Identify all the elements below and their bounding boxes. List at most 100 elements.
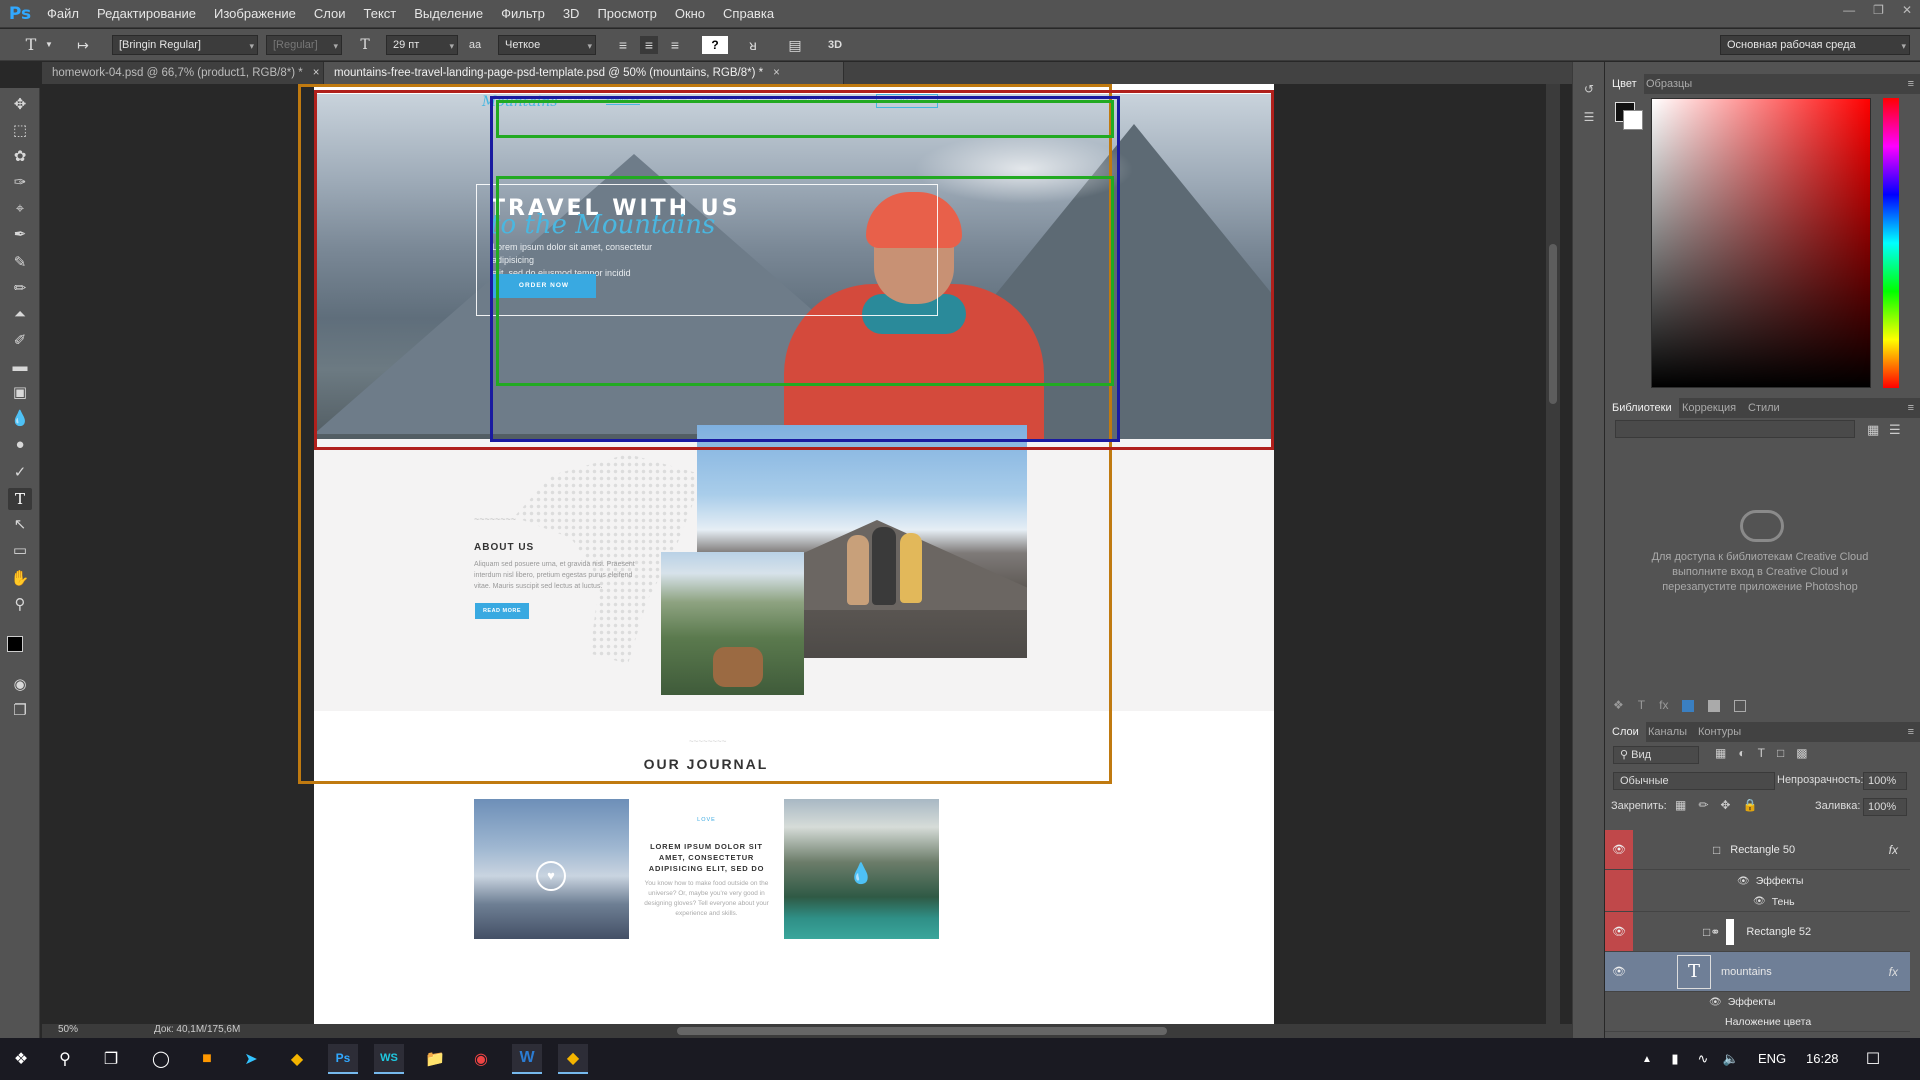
add-graphic-icon[interactable]: ❖ — [1613, 698, 1624, 716]
vertical-scrollbar[interactable] — [1546, 84, 1560, 1024]
type-tool-icon[interactable]: T — [8, 488, 32, 510]
foreground-color-swatch[interactable] — [7, 636, 23, 652]
sublime-icon[interactable]: ■ — [192, 1044, 222, 1074]
tab-swatches[interactable]: Образцы — [1639, 74, 1699, 94]
text-orientation-icon[interactable]: ↦ — [74, 36, 92, 54]
clock[interactable]: 16:28 — [1806, 1051, 1839, 1066]
healing-brush-tool-icon[interactable]: ✎ — [8, 252, 32, 274]
visibility-eye-icon[interactable]: 👁 — [1605, 912, 1633, 951]
quick-mask-icon[interactable]: ◉ — [8, 674, 32, 696]
lasso-tool-icon[interactable]: ✿ — [8, 146, 32, 168]
effect-row[interactable]: 👁 Тень — [1605, 892, 1910, 912]
layer-row[interactable]: 👁 □⚭ Rectangle 52 — [1605, 912, 1910, 952]
brush-tool-icon[interactable]: ✏ — [8, 278, 32, 300]
font-size-select[interactable]: 29 пт ▾ — [386, 35, 458, 55]
menu-3d[interactable]: 3D — [554, 0, 589, 28]
app-icon[interactable]: ➤ — [236, 1044, 266, 1074]
language-indicator[interactable]: ENG — [1758, 1051, 1786, 1066]
canvas-area[interactable]: Mountains OUR STORY SERVICES WORK JOURNA… — [42, 84, 1572, 1024]
tab-color[interactable]: Цвет — [1605, 74, 1644, 94]
restore-icon[interactable]: ❐ — [1873, 3, 1884, 17]
windows-start-icon[interactable]: ❖ — [6, 1044, 36, 1074]
zoom-level[interactable]: 50% — [54, 1024, 83, 1035]
image-filter-icon[interactable]: ▦ — [1715, 746, 1726, 760]
fill-input[interactable]: 100% — [1863, 798, 1907, 816]
word-icon[interactable]: W — [512, 1044, 542, 1074]
type-tool-preset-icon[interactable]: T — [22, 36, 40, 54]
lock-transparent-icon[interactable]: ▦ — [1675, 798, 1686, 812]
menu-layers[interactable]: Слои — [305, 0, 355, 28]
webstorm-icon[interactable]: WS — [374, 1044, 404, 1074]
blur-tool-icon[interactable]: 💧 — [8, 408, 32, 430]
menu-type[interactable]: Текст — [355, 0, 406, 28]
panel-menu-icon[interactable]: ≡ — [1908, 722, 1914, 742]
blend-mode-select[interactable]: Обычные — [1613, 772, 1775, 790]
chrome-icon[interactable]: ◉ — [466, 1044, 496, 1074]
add-fill-icon[interactable] — [1708, 700, 1721, 712]
layer-effects-icon[interactable]: fx — [1889, 965, 1898, 979]
dodge-tool-icon[interactable]: ● — [8, 434, 32, 456]
effects-row[interactable]: 👁 Эффекты — [1605, 992, 1910, 1012]
close-icon[interactable]: × — [773, 67, 780, 79]
effects-row[interactable]: 👁 Эффекты — [1605, 870, 1910, 892]
visibility-eye-icon[interactable]: 👁 — [1753, 896, 1766, 907]
tab-paths[interactable]: Контуры — [1691, 722, 1748, 742]
zoom-tool-icon[interactable]: ⚲ — [8, 594, 32, 616]
menu-image[interactable]: Изображение — [205, 0, 305, 28]
photoshop-taskbar-icon[interactable]: Ps — [328, 1044, 358, 1074]
tab-adjustments[interactable]: Коррекция — [1675, 398, 1743, 418]
menu-edit[interactable]: Редактирование — [88, 0, 205, 28]
opacity-input[interactable]: 100% — [1863, 772, 1907, 790]
color-picker-field[interactable] — [1651, 98, 1871, 388]
menu-file[interactable]: Файл — [38, 0, 88, 28]
menu-help[interactable]: Справка — [714, 0, 783, 28]
move-tool-icon[interactable]: ✥ — [8, 94, 32, 116]
minimize-icon[interactable]: — — [1843, 3, 1855, 17]
tab-styles[interactable]: Стили — [1741, 398, 1787, 418]
lock-position-icon[interactable]: ✥ — [1720, 798, 1730, 812]
app-icon[interactable]: ◆ — [558, 1044, 588, 1074]
align-right-icon[interactable]: ≡ — [666, 36, 684, 54]
add-color-icon[interactable] — [1682, 700, 1695, 712]
app-icon[interactable]: ◆ — [282, 1044, 312, 1074]
quick-select-tool-icon[interactable]: ✑ — [8, 172, 32, 194]
lock-all-icon[interactable]: 🔒 — [1742, 798, 1757, 812]
library-select[interactable] — [1615, 420, 1855, 438]
smart-object-filter-icon[interactable]: ▩ — [1796, 746, 1807, 760]
visibility-eye-icon[interactable]: 👁 — [1605, 830, 1633, 869]
workspace-select[interactable]: Основная рабочая среда ▾ — [1720, 35, 1910, 55]
close-icon[interactable]: ✕ — [1902, 3, 1912, 17]
warp-text-icon[interactable]: ᴚ — [744, 36, 762, 54]
stamp-tool-icon[interactable]: ⏶ — [8, 304, 32, 326]
layer-row-selected[interactable]: 👁 T mountains fx — [1605, 952, 1910, 992]
text-color-swatch[interactable]: ? — [702, 36, 728, 54]
add-text-icon[interactable]: T — [1638, 698, 1645, 716]
panel-menu-icon[interactable]: ≡ — [1908, 74, 1914, 94]
pen-tool-icon[interactable]: ✓ — [8, 462, 32, 484]
cortana-icon[interactable]: ◯ — [146, 1044, 176, 1074]
tab-mountains[interactable]: mountains-free-travel-landing-page-psd-t… — [324, 62, 844, 84]
adjustment-filter-icon[interactable]: ◐ — [1738, 746, 1745, 760]
crop-tool-icon[interactable]: ⌖ — [8, 198, 32, 220]
list-view-icon[interactable]: ☰ — [1889, 422, 1901, 438]
grid-view-icon[interactable]: ▦ — [1867, 422, 1879, 438]
add-style-icon[interactable]: fx — [1659, 698, 1668, 716]
notifications-icon[interactable]: ☐ — [1858, 1044, 1888, 1074]
tab-channels[interactable]: Каналы — [1641, 722, 1694, 742]
history-brush-tool-icon[interactable]: ✐ — [8, 330, 32, 352]
screen-mode-icon[interactable]: ❐ — [8, 700, 32, 722]
effect-row[interactable]: Наложение цвета — [1605, 1012, 1910, 1032]
close-icon[interactable]: × — [313, 67, 320, 79]
3d-icon[interactable]: 3D — [826, 36, 844, 54]
tab-homework[interactable]: homework-04.psd @ 66,7% (product1, RGB/8… — [42, 62, 324, 84]
visibility-eye-icon[interactable]: 👁 — [1709, 997, 1722, 1008]
menu-view[interactable]: Просмотр — [588, 0, 665, 28]
character-panel-icon[interactable]: ▤ — [786, 36, 804, 54]
history-panel-icon[interactable]: ↺ — [1580, 80, 1598, 98]
hue-slider[interactable] — [1883, 98, 1899, 388]
hand-tool-icon[interactable]: ✋ — [8, 568, 32, 590]
font-style-select[interactable]: [Regular] ▾ — [266, 35, 342, 55]
eraser-tool-icon[interactable]: ▬ — [8, 356, 32, 378]
align-left-icon[interactable]: ≡ — [614, 36, 632, 54]
chevron-up-icon[interactable]: ▲ — [1632, 1044, 1662, 1074]
